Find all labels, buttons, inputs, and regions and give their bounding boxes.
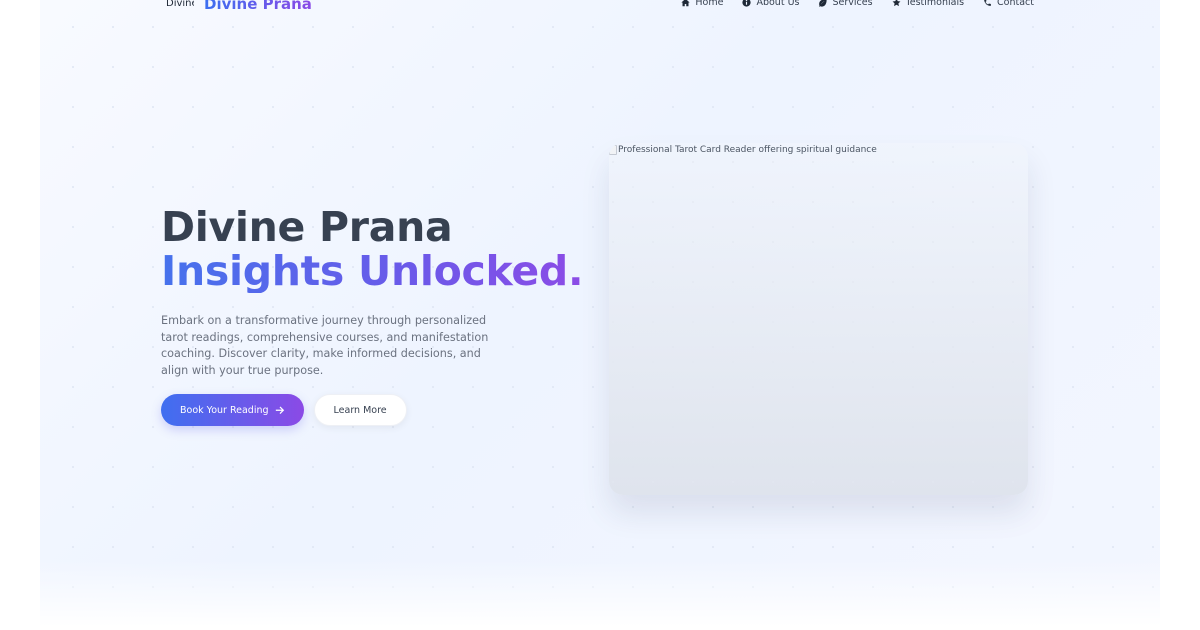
leaf-icon <box>819 0 828 7</box>
nav-item-label: Testimonials <box>905 0 965 8</box>
book-reading-button[interactable]: Book Your Reading <box>161 394 304 426</box>
nav-item-label: Services <box>832 0 873 8</box>
hero-buttons: Book Your Reading Learn More <box>161 394 407 426</box>
hero-subtitle: Insights Unlocked. <box>161 249 601 293</box>
phone-icon <box>984 0 991 6</box>
broken-image-icon <box>609 145 617 155</box>
arrow-right-icon <box>275 406 284 414</box>
nav-item-about[interactable]: About Us <box>742 0 799 8</box>
bottom-fade <box>40 560 1160 630</box>
hero-image-alt-text: Professional Tarot Card Reader offering … <box>618 145 877 155</box>
main-nav: Home About Us Services Testimonials Cont… <box>681 0 1034 8</box>
brand[interactable]: Divine Prana Logo Divine Prana <box>166 0 312 14</box>
card-dot-pattern <box>609 143 1028 495</box>
nav-item-testimonials[interactable]: Testimonials <box>892 0 964 8</box>
home-icon <box>681 0 691 7</box>
hero-description: Embark on a transformative journey throu… <box>161 314 489 377</box>
hero-image-card: Professional Tarot Card Reader offering … <box>609 143 1028 495</box>
brand-logo-broken-image: Divine Prana Logo <box>166 0 194 9</box>
brand-name: Divine Prana <box>204 0 312 13</box>
star-icon <box>892 0 900 7</box>
book-reading-label: Book Your Reading <box>180 404 269 416</box>
nav-item-services[interactable]: Services <box>818 0 873 8</box>
hero-section: Divine Prana Logo Divine Prana Home Abou… <box>40 0 1160 630</box>
hero-image-broken: Professional Tarot Card Reader offering … <box>609 145 877 155</box>
nav-item-label: Contact <box>997 0 1034 8</box>
learn-more-button[interactable]: Learn More <box>313 394 407 426</box>
nav-item-contact[interactable]: Contact <box>983 0 1034 8</box>
hero-text-block: Divine Prana Insights Unlocked. Embark o… <box>161 205 601 379</box>
nav-item-home[interactable]: Home <box>681 0 723 8</box>
info-circle-icon <box>742 0 752 7</box>
nav-item-label: Home <box>695 0 724 8</box>
hero-title: Divine Prana <box>161 203 453 251</box>
nav-item-label: About Us <box>756 0 800 8</box>
learn-more-label: Learn More <box>333 404 387 416</box>
